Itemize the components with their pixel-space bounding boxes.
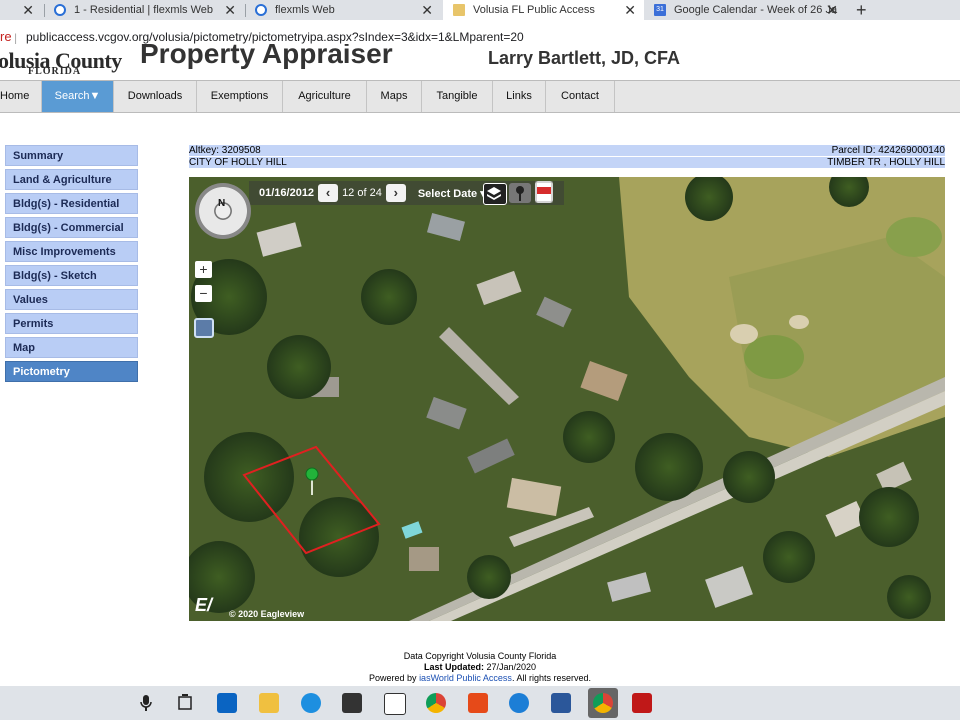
select-date-dropdown[interactable]: Select Date ▾ [418, 187, 486, 200]
sidebar-item-bldg-residential[interactable]: Bldg(s) - Residential [5, 193, 138, 214]
eagleview-logo: E/ [195, 595, 213, 615]
footer-copyright: Data Copyright Volusia County Florida [403, 651, 557, 661]
nav-search[interactable]: Search▼ [42, 81, 114, 112]
tab-flexmls[interactable]: flexmls Web ✕ [247, 0, 441, 20]
tab-volusia-active[interactable]: Volusia FL Public Access ✕ [443, 0, 644, 20]
windows-taskbar [0, 686, 960, 720]
nav-exemptions[interactable]: Exemptions [197, 81, 283, 112]
county-logo-subtitle: FLORIDA [28, 66, 82, 77]
nav-maps[interactable]: Maps [367, 81, 422, 112]
iasworld-link[interactable]: iasWorld Public Access [419, 673, 512, 683]
pdf-export-icon[interactable] [535, 181, 553, 203]
secure-indicator[interactable]: re [0, 29, 12, 44]
tab-title: Google Calendar - Week of 26 Ja [674, 4, 838, 16]
nav-tangible[interactable]: Tangible [422, 81, 493, 112]
mcafee-icon[interactable] [632, 693, 652, 713]
flexmls-icon [54, 4, 66, 16]
file-explorer-icon[interactable] [259, 693, 279, 713]
mail-icon[interactable] [384, 693, 406, 715]
nav-links[interactable]: Links [493, 81, 546, 112]
altkey: Altkey: 3209508 [189, 145, 261, 156]
parcel-city: CITY OF HOLLY HILL [189, 157, 287, 168]
parcel-row-ids: Altkey: 3209508 Parcel ID: 424269000140 [189, 145, 945, 156]
sidebar: Summary Land & Agriculture Bldg(s) - Res… [5, 145, 138, 385]
tab-residential[interactable]: 1 - Residential | flexmls Web ✕ [46, 0, 244, 20]
footer-powered-by: Powered by iasWorld Public Access. All r… [0, 673, 960, 684]
parcel-address: TIMBER TR , HOLLY HILL [827, 157, 945, 168]
date-navigation: 01/16/2012 ‹ 12 of 24 › Select Date ▾ [253, 183, 486, 203]
nav-home[interactable]: Home [0, 81, 42, 112]
browser-tab-strip: ✕ 1 - Residential | flexmls Web ✕ flexml… [0, 0, 960, 20]
parcel-info: Altkey: 3209508 Parcel ID: 424269000140 … [189, 145, 945, 168]
internet-explorer-icon[interactable] [509, 693, 529, 713]
sidebar-item-land-agriculture[interactable]: Land & Agriculture [5, 169, 138, 190]
last-updated-value: 27/Jan/2020 [486, 662, 537, 672]
office-icon[interactable] [468, 693, 488, 713]
url-text[interactable]: publicaccess.vcgov.org/volusia/pictometr… [26, 30, 524, 44]
image-page-counter: 12 of 24 [342, 187, 382, 199]
edge-icon[interactable] [301, 693, 321, 713]
parcel-row-location: CITY OF HOLLY HILL TIMBER TR , HOLLY HIL… [189, 157, 945, 168]
close-icon[interactable]: ✕ [624, 2, 636, 19]
main-nav: Home Search▼ Downloads Exemptions Agricu… [0, 80, 960, 113]
pictometry-map[interactable]: N 01/16/2012 ‹ 12 of 24 › Select Date ▾ … [189, 177, 945, 621]
next-image-button[interactable]: › [385, 184, 406, 202]
zoom-out-button[interactable]: − [195, 285, 212, 302]
image-date: 01/16/2012 [259, 187, 315, 199]
site-title: Property Appraiser [140, 44, 393, 69]
word-icon[interactable] [551, 693, 571, 713]
nav-contact[interactable]: Contact [546, 81, 615, 112]
new-tab-button[interactable]: + [856, 0, 876, 20]
map-marker-icon[interactable] [305, 467, 319, 497]
sidebar-item-bldg-sketch[interactable]: Bldg(s) - Sketch [5, 265, 138, 286]
site-header: olusia County FLORIDA Property Appraiser… [0, 44, 960, 80]
tab-title: 1 - Residential | flexmls Web [74, 4, 213, 16]
pin-icon[interactable] [509, 183, 531, 203]
close-icon[interactable]: ✕ [22, 2, 34, 19]
sidebar-item-summary[interactable]: Summary [5, 145, 138, 166]
zoom-in-button[interactable]: + [195, 261, 212, 278]
map-copyright: © 2020 Eagleview [229, 609, 305, 619]
divider: | [14, 31, 18, 45]
fullscreen-icon[interactable] [194, 318, 214, 338]
calendar-icon: 31 [654, 4, 666, 16]
powered-suffix: . All rights reserved. [511, 673, 591, 683]
flexmls-icon [255, 4, 267, 16]
last-updated-label: Last Updated: [423, 662, 484, 672]
chrome-profile-icon[interactable] [588, 688, 618, 718]
microphone-icon[interactable] [138, 693, 154, 713]
layers-icon[interactable] [483, 183, 507, 205]
volusia-page-icon [453, 4, 465, 16]
chrome-icon[interactable] [426, 693, 446, 713]
sidebar-item-permits[interactable]: Permits [5, 313, 138, 334]
nav-agriculture[interactable]: Agriculture [283, 81, 367, 112]
tab-partial[interactable]: ✕ [0, 0, 42, 20]
close-icon[interactable]: ✕ [224, 2, 236, 19]
close-icon[interactable]: ✕ [421, 2, 433, 19]
compass-control[interactable]: N [195, 183, 251, 239]
aerial-imagery [189, 177, 945, 621]
sidebar-item-values[interactable]: Values [5, 289, 138, 310]
task-view-icon[interactable] [175, 693, 195, 713]
prev-image-button[interactable]: ‹ [318, 184, 339, 202]
tab-title: Volusia FL Public Access [473, 4, 595, 16]
appraiser-name: Larry Bartlett, JD, CFA [488, 48, 681, 68]
outlook-icon[interactable] [217, 693, 237, 713]
footer-last-updated: Last Updated: 27/Jan/2020 [0, 662, 960, 673]
sidebar-item-misc-improvements[interactable]: Misc Improvements [5, 241, 138, 262]
store-icon[interactable] [342, 693, 362, 713]
page-footer: Data Copyright Volusia County Florida La… [0, 651, 960, 684]
close-icon[interactable]: ✕ [826, 2, 838, 19]
tab-title: flexmls Web [275, 4, 335, 16]
sidebar-item-bldg-commercial[interactable]: Bldg(s) - Commercial [5, 217, 138, 238]
tab-google-calendar[interactable]: 31 Google Calendar - Week of 26 Ja ✕ [646, 0, 846, 20]
sidebar-item-pictometry[interactable]: Pictometry [5, 361, 138, 382]
sidebar-item-map[interactable]: Map [5, 337, 138, 358]
compass-north-label: N [218, 198, 226, 209]
powered-prefix: Powered by [369, 673, 417, 683]
nav-downloads[interactable]: Downloads [114, 81, 197, 112]
parcel-id: Parcel ID: 424269000140 [831, 145, 945, 156]
